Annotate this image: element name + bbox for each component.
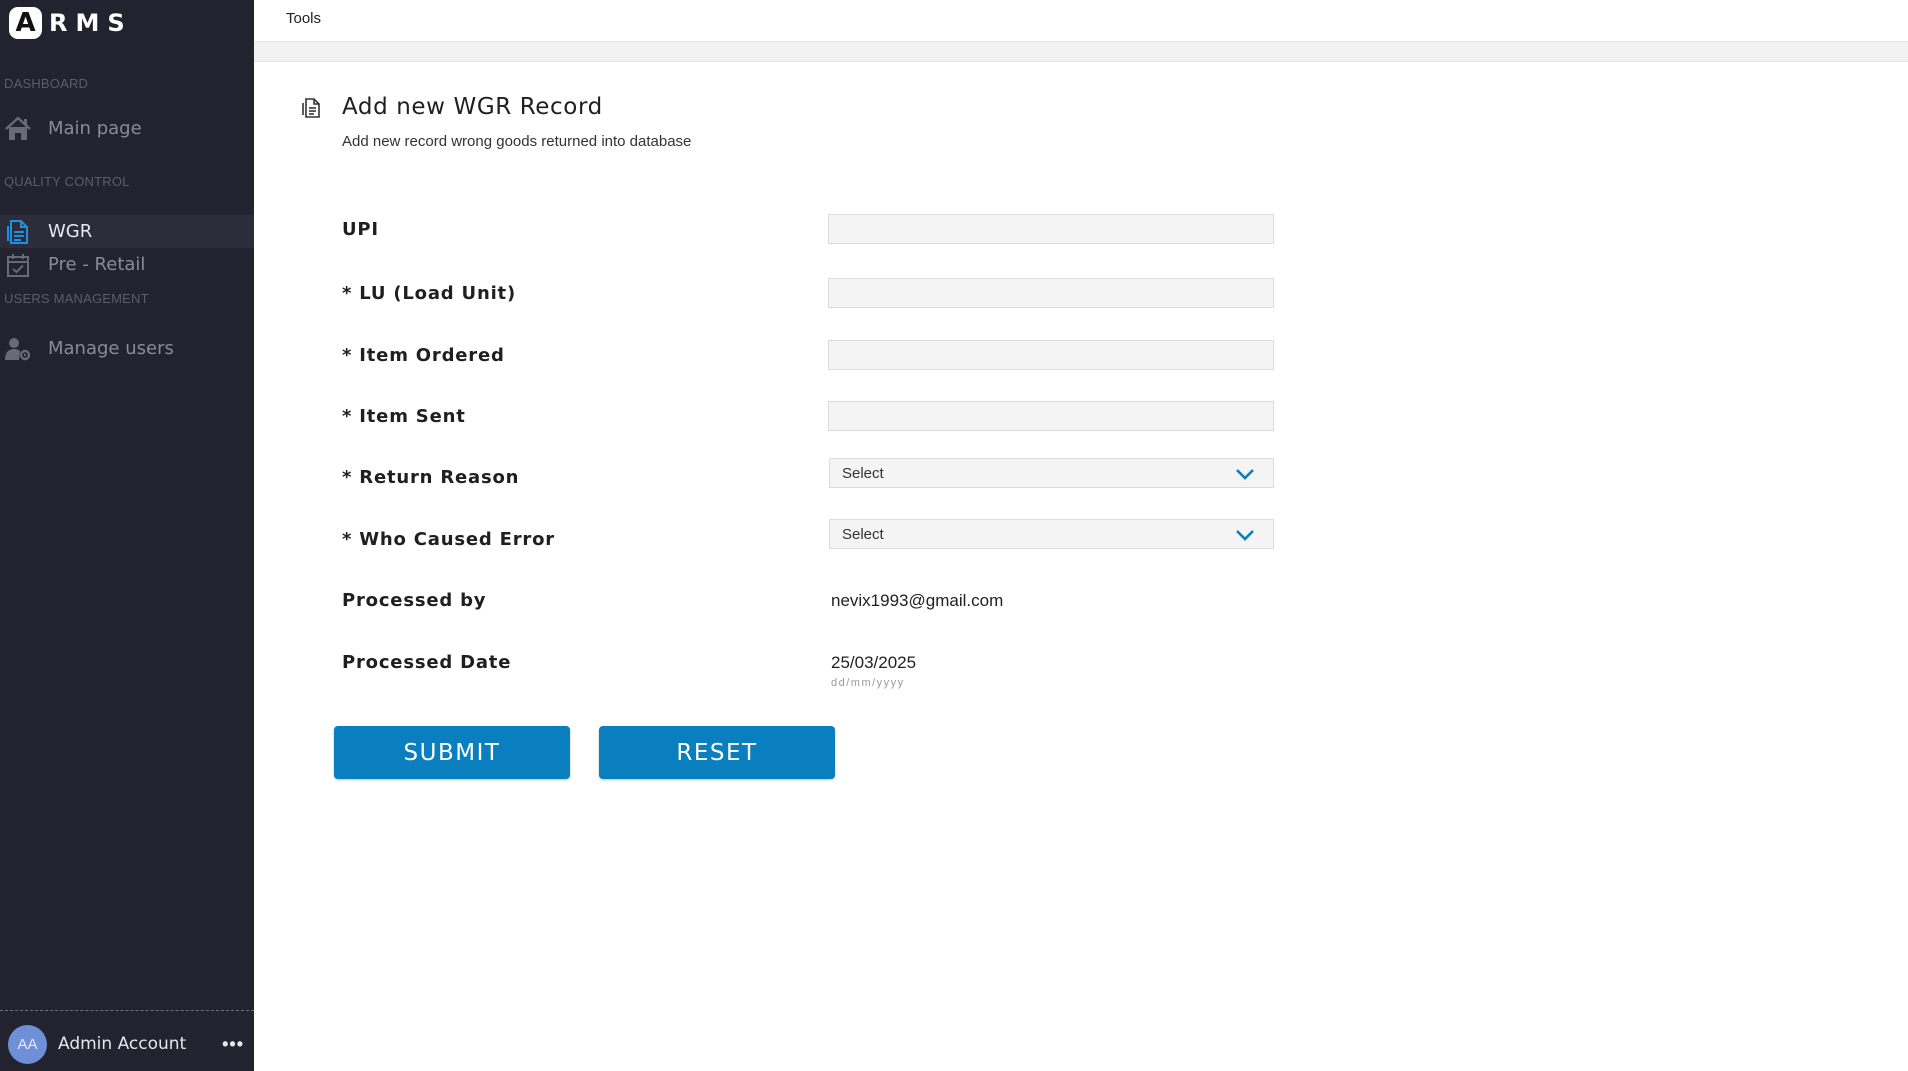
item-ordered-label: * Item Ordered bbox=[342, 345, 505, 366]
user-gear-icon bbox=[4, 335, 32, 363]
sidebar-item-pre-retail[interactable]: Pre - Retail bbox=[0, 248, 254, 281]
sidebar-item-wgr[interactable]: WGR bbox=[0, 215, 254, 248]
logo-text: RMS bbox=[49, 9, 133, 37]
processed-by-value: nevix1993@gmail.com bbox=[831, 591, 1004, 610]
page-title: Add new WGR Record bbox=[342, 94, 603, 120]
page-subtitle: Add new record wrong goods returned into… bbox=[342, 133, 692, 150]
sidebar-item-main-page[interactable]: Main page bbox=[0, 112, 254, 145]
date-format-hint: dd/mm/yyyy bbox=[831, 677, 905, 689]
return-reason-label: * Return Reason bbox=[342, 467, 520, 488]
lu-label: * LU (Load Unit) bbox=[342, 283, 516, 304]
submit-button[interactable]: SUBMIT bbox=[334, 726, 570, 779]
home-icon bbox=[4, 115, 32, 143]
section-label-users-management: USERS MANAGEMENT bbox=[4, 291, 149, 306]
sidebar-item-label: WGR bbox=[48, 221, 93, 242]
sidebar-item-label: Pre - Retail bbox=[48, 254, 146, 275]
sidebar-item-label: Main page bbox=[48, 118, 142, 139]
item-sent-input[interactable] bbox=[828, 401, 1274, 431]
section-label-dashboard: DASHBOARD bbox=[4, 76, 89, 91]
who-caused-error-label: * Who Caused Error bbox=[342, 529, 555, 550]
upi-input[interactable] bbox=[828, 214, 1274, 244]
upi-label: UPI bbox=[342, 219, 379, 240]
document-edit-icon bbox=[301, 97, 323, 119]
account-panel[interactable]: AA Admin Account ••• bbox=[8, 1024, 248, 1064]
item-ordered-input[interactable] bbox=[828, 340, 1274, 370]
sub-bar bbox=[254, 42, 1908, 62]
chevron-down-icon bbox=[1235, 467, 1255, 481]
top-bar: Tools bbox=[254, 0, 1908, 42]
account-name: Admin Account bbox=[58, 1034, 187, 1054]
sidebar-divider bbox=[0, 1010, 254, 1011]
logo-badge: A bbox=[9, 7, 42, 39]
reset-button[interactable]: RESET bbox=[599, 726, 835, 779]
sidebar-item-manage-users[interactable]: Manage users bbox=[0, 332, 254, 365]
avatar[interactable]: AA bbox=[8, 1024, 47, 1064]
sidebar-item-label: Manage users bbox=[48, 338, 174, 359]
select-value: Select bbox=[842, 526, 884, 543]
document-icon bbox=[4, 218, 32, 246]
chevron-down-icon bbox=[1235, 528, 1255, 542]
sidebar: A RMS DASHBOARD Main page QUALITY CONTRO… bbox=[0, 0, 254, 1071]
processed-date-value: 25/03/2025 bbox=[831, 653, 917, 672]
lu-input[interactable] bbox=[828, 278, 1274, 308]
tools-menu[interactable]: Tools bbox=[286, 10, 321, 27]
select-value: Select bbox=[842, 465, 884, 482]
app-logo[interactable]: A RMS bbox=[9, 7, 133, 39]
item-sent-label: * Item Sent bbox=[342, 406, 466, 427]
processed-by-label: Processed by bbox=[342, 590, 487, 611]
calendar-check-icon bbox=[4, 251, 32, 279]
processed-date-label: Processed Date bbox=[342, 652, 512, 673]
more-options-icon[interactable]: ••• bbox=[222, 1034, 244, 1055]
section-label-quality-control: QUALITY CONTROL bbox=[4, 174, 130, 189]
who-caused-error-select[interactable]: Select bbox=[829, 519, 1274, 549]
return-reason-select[interactable]: Select bbox=[829, 458, 1274, 488]
